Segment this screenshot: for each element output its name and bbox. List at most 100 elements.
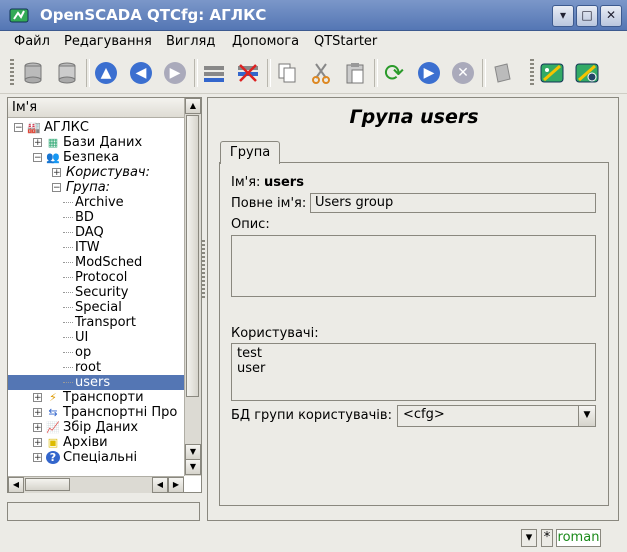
tree-item[interactable]: + ⚡ Транспорти (8, 390, 184, 405)
qtcfg-icon[interactable] (572, 58, 602, 88)
database-icon: ▦ (47, 136, 59, 149)
tree-branch-line (63, 277, 73, 278)
back-icon[interactable]: ◀ (126, 58, 156, 88)
forward-icon[interactable]: ▶ (160, 58, 190, 88)
station-icon: 🏭 (27, 121, 41, 134)
expand-icon[interactable]: + (33, 453, 42, 463)
navigation-tree[interactable]: Ім'я − 🏭 АГЛКС + ▦ Бази Даних − 👥 Безпека + Корист… (7, 97, 202, 493)
scroll-down-button[interactable]: ▼ (185, 459, 201, 475)
description-textarea[interactable] (231, 235, 596, 297)
description-label: Опис: (231, 217, 270, 232)
cut-icon[interactable] (306, 58, 336, 88)
fullname-input[interactable]: Users group (310, 193, 596, 213)
title-bar[interactable]: OpenSCADA QTCfg: АГЛКС ▾ □ ✕ (0, 0, 627, 31)
archive-icon: ▣ (47, 436, 59, 449)
tree-branch-line (63, 217, 73, 218)
scroll-up-button[interactable]: ▲ (185, 98, 201, 114)
tree-item[interactable]: Security (8, 285, 184, 300)
tree-item[interactable]: − 👥 Безпека (8, 150, 184, 165)
tree-item[interactable]: ITW (8, 240, 184, 255)
collapse-icon[interactable]: − (33, 153, 42, 163)
delete-item-icon[interactable] (233, 58, 263, 88)
menu-view[interactable]: Вигляд (166, 34, 215, 49)
tree-item[interactable]: +? Спеціальні (8, 450, 184, 465)
chevron-down-icon[interactable]: ▼ (578, 406, 595, 426)
expand-icon[interactable]: + (33, 138, 42, 148)
current-user[interactable]: roman (556, 529, 601, 547)
db-save-icon[interactable] (52, 58, 82, 88)
expand-icon[interactable]: + (52, 168, 61, 178)
close-button[interactable]: ✕ (600, 5, 622, 27)
tree-item[interactable]: op (8, 345, 184, 360)
qtstarter-icon[interactable] (537, 58, 567, 88)
start-icon[interactable]: ▶ (414, 58, 444, 88)
stop-icon[interactable]: ✕ (448, 58, 478, 88)
fullname-label: Повне ім'я: (231, 196, 307, 211)
scroll-left-button[interactable]: ◀ (152, 477, 168, 493)
tree-item-label: Спеціальні (63, 450, 138, 465)
tree-item[interactable]: − 🏭 АГЛКС (8, 120, 184, 135)
tree-item[interactable]: + ▦ Бази Даних (8, 135, 184, 150)
tree-item[interactable]: + 📈 Збір Даних (8, 420, 184, 435)
chevron-down-icon[interactable]: ▾ (521, 529, 537, 547)
add-item-icon[interactable] (199, 58, 229, 88)
list-item[interactable]: user (237, 361, 590, 376)
collapse-icon[interactable]: − (52, 183, 61, 193)
menu-qtstarter[interactable]: QTStarter (314, 34, 377, 49)
db-load-icon[interactable] (18, 58, 48, 88)
refresh-icon[interactable]: ⟳ (379, 58, 409, 88)
tree-horizontal-scrollbar[interactable]: ◀ ◀ ▶ (8, 476, 184, 493)
tree-item[interactable]: Protocol (8, 270, 184, 285)
menu-edit[interactable]: Редагування (64, 34, 152, 49)
expand-icon[interactable]: + (33, 393, 42, 403)
tree-item[interactable]: − Група: (8, 180, 184, 195)
tree-item[interactable]: Transport (8, 315, 184, 330)
tab-group[interactable]: Група (220, 141, 280, 164)
tree-item[interactable]: ModSched (8, 255, 184, 270)
tree-item[interactable]: + ▣ Архіви (8, 435, 184, 450)
toolbar-grip[interactable] (530, 59, 534, 87)
special-icon: ? (46, 451, 60, 464)
transport-icon: ⚡ (49, 391, 57, 404)
list-item[interactable]: test (237, 346, 590, 361)
help-icon[interactable] (487, 58, 517, 88)
expand-icon[interactable]: + (33, 408, 42, 418)
protocol-icon: ⇆ (48, 406, 58, 419)
copy-icon[interactable] (272, 58, 302, 88)
tree-item[interactable]: root (8, 360, 184, 375)
scroll-down-button[interactable]: ▼ (185, 444, 201, 460)
expand-icon[interactable]: + (33, 438, 42, 448)
collapse-icon[interactable]: − (14, 123, 23, 133)
tree-branch-line (63, 262, 73, 263)
paste-icon[interactable] (340, 58, 370, 88)
tree-item[interactable]: + Користувач: (8, 165, 184, 180)
splitter-handle[interactable] (202, 240, 205, 300)
name-value: users (264, 175, 304, 190)
menu-help[interactable]: Допомога (232, 34, 299, 49)
scroll-thumb[interactable] (186, 115, 199, 397)
app-icon (8, 5, 30, 25)
tree-item[interactable]: DAQ (8, 225, 184, 240)
scroll-right-button[interactable]: ▶ (168, 477, 184, 493)
tree-item[interactable]: users (8, 375, 184, 390)
tree-item[interactable]: BD (8, 210, 184, 225)
toolbar: ▲ ◀ ▶ ⟳ ▶ ✕ (0, 53, 627, 94)
tree-header[interactable]: Ім'я (8, 98, 185, 118)
window-title: OpenSCADA QTCfg: АГЛКС (40, 6, 267, 24)
tree-item[interactable]: UI (8, 330, 184, 345)
scroll-left-button[interactable]: ◀ (8, 477, 24, 493)
expand-icon[interactable]: + (33, 423, 42, 433)
toolbar-grip[interactable] (10, 59, 14, 87)
maximize-button[interactable]: □ (576, 5, 598, 27)
minimize-button[interactable]: ▾ (552, 5, 574, 27)
tree-branch-line (63, 352, 73, 353)
tree-item[interactable]: Special (8, 300, 184, 315)
users-list[interactable]: test user (231, 343, 596, 401)
menu-file[interactable]: Файл (14, 34, 50, 49)
up-icon[interactable]: ▲ (91, 58, 121, 88)
tree-item[interactable]: Archive (8, 195, 184, 210)
tree-item[interactable]: + ⇆ Транспортні Про (8, 405, 184, 420)
tree-vertical-scrollbar[interactable]: ▲ ▼ ▼ (184, 98, 201, 476)
db-select[interactable]: <cfg> ▼ (397, 405, 596, 427)
scroll-thumb[interactable] (25, 478, 70, 491)
